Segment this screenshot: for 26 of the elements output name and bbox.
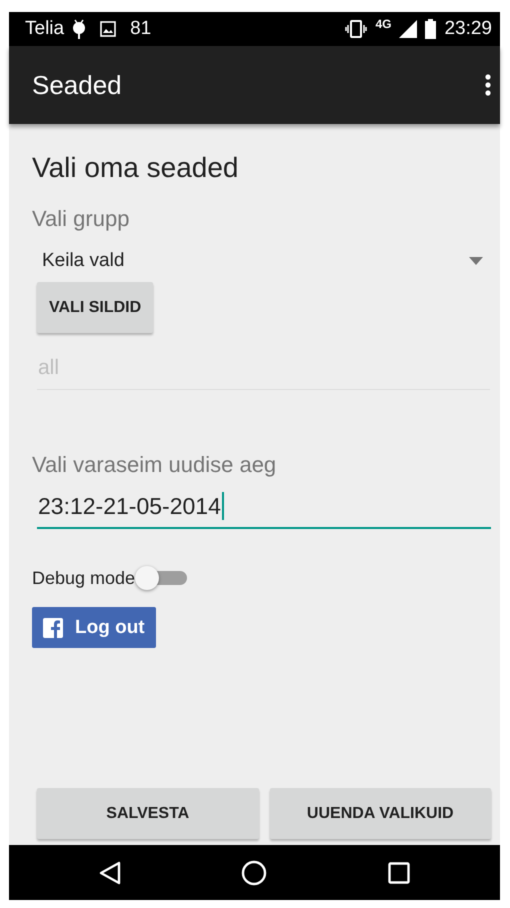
network-type: 4G (375, 17, 392, 31)
vibrate-icon (345, 20, 368, 38)
field-label: Vali varaseim uudise aeg (32, 452, 278, 478)
image-icon (100, 21, 116, 37)
carrier-name: Telia (25, 18, 64, 40)
date-field[interactable]: 23:12-21-05-2014 (37, 484, 491, 529)
switch-label: Debug mode (32, 568, 136, 588)
home-icon[interactable] (241, 860, 268, 886)
app-title: Seaded (32, 70, 123, 100)
notification-count: 81 (130, 18, 152, 40)
facebook-logout-button[interactable]: Log out (32, 607, 156, 648)
action-button[interactable]: SALVESTA (37, 788, 258, 839)
clock-time: 23:29 (444, 18, 492, 40)
signal-icon (399, 20, 418, 38)
section-heading: Vali oma seaded (32, 152, 240, 184)
action-button[interactable]: UUENDA VALIKUID (270, 788, 491, 839)
recent-apps-icon[interactable] (388, 862, 410, 884)
field-label: Vali grupp (32, 206, 130, 232)
back-icon[interactable] (99, 860, 122, 884)
tags-button[interactable]: VALI SILDID (37, 282, 154, 333)
facebook-logo-icon (43, 618, 63, 638)
overflow-menu-icon[interactable] (484, 74, 492, 96)
battery-icon (425, 19, 436, 39)
android-icon (72, 19, 86, 39)
group-dropdown[interactable]: Keila vald (32, 232, 491, 278)
dropdown-arrow-icon (469, 257, 483, 265)
